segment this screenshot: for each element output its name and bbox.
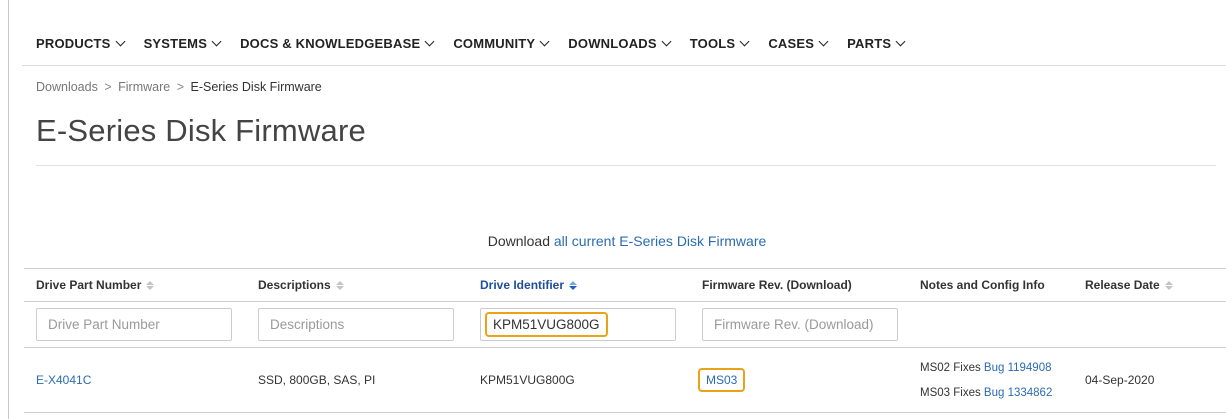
- sort-icon: [1164, 280, 1173, 290]
- column-header-release-date[interactable]: Release Date: [1075, 278, 1226, 292]
- nav-label: DOCS & KNOWLEDGEBASE: [240, 36, 421, 51]
- nav-products[interactable]: PRODUCTS: [36, 36, 126, 51]
- nav-cases[interactable]: CASES: [768, 36, 829, 51]
- descriptions-filter[interactable]: [258, 308, 454, 341]
- nav-docs-knowledgebase[interactable]: DOCS & KNOWLEDGEBASE: [240, 36, 435, 51]
- drive-part-number-filter[interactable]: [36, 308, 232, 341]
- nav-downloads[interactable]: DOWNLOADS: [568, 36, 672, 51]
- column-header-firmware-rev: Firmware Rev. (Download): [690, 278, 912, 292]
- breadcrumb-firmware[interactable]: Firmware: [118, 80, 170, 94]
- column-header-drive-identifier[interactable]: Drive Identifier: [468, 278, 690, 292]
- firmware-table: Drive Part Number Descriptions Drive Ide…: [24, 268, 1226, 413]
- chevron-down-icon: [661, 36, 672, 47]
- breadcrumb-downloads[interactable]: Downloads: [36, 80, 98, 94]
- nav-label: COMMUNITY: [453, 36, 536, 51]
- drive-identifier-filter[interactable]: KPM51VUG800G: [480, 308, 676, 341]
- cell-identifier: KPM51VUG800G: [480, 373, 575, 387]
- filter-cell: [690, 308, 912, 341]
- download-all-line: Download all current E-Series Disk Firmw…: [0, 233, 1226, 249]
- nav-label: PARTS: [847, 36, 892, 51]
- chevron-down-icon: [115, 36, 126, 47]
- chevron-down-icon: [424, 36, 435, 47]
- cell-release-date: 04-Sep-2020: [1085, 373, 1155, 387]
- sort-icon: [335, 280, 344, 290]
- nav-label: CASES: [768, 36, 815, 51]
- drive-identifier-filter-value: KPM51VUG800G: [485, 312, 608, 337]
- nav-parts[interactable]: PARTS: [847, 36, 906, 51]
- page-title: E-Series Disk Firmware: [36, 113, 366, 148]
- breadcrumb: Downloads > Firmware > E-Series Disk Fir…: [36, 80, 322, 94]
- sort-descending-icon: [569, 280, 578, 290]
- chevron-down-icon: [895, 36, 906, 47]
- nav-label: DOWNLOADS: [568, 36, 657, 51]
- sort-icon: [146, 280, 155, 290]
- firmware-download-link[interactable]: MS03: [698, 368, 746, 392]
- column-label: Drive Part Number: [36, 278, 142, 292]
- column-header-notes: Notes and Config Info: [912, 278, 1075, 292]
- column-label: Notes and Config Info: [920, 278, 1045, 292]
- left-border: [8, 0, 9, 419]
- part-number-link[interactable]: E-X4041C: [36, 373, 91, 387]
- bug-link[interactable]: Bug 1194908: [984, 362, 1052, 374]
- column-header-descriptions[interactable]: Descriptions: [246, 278, 468, 292]
- column-label: Firmware Rev. (Download): [702, 278, 852, 292]
- notes-list: MS02 Fixes Bug 1194908 MS03 Fixes Bug 13…: [920, 362, 1075, 399]
- title-divider: [36, 165, 1216, 166]
- nav-label: SYSTEMS: [143, 36, 208, 51]
- nav-label: PRODUCTS: [36, 36, 111, 51]
- breadcrumb-separator: >: [176, 80, 185, 94]
- firmware-rev-filter[interactable]: [702, 308, 898, 341]
- table-header: Drive Part Number Descriptions Drive Ide…: [24, 268, 1226, 302]
- chevron-down-icon: [739, 36, 750, 47]
- cell-firmware: MS03: [690, 368, 912, 392]
- note-item: MS02 Fixes Bug 1194908: [920, 362, 1075, 374]
- note-item: MS03 Fixes Bug 1334862: [920, 387, 1075, 399]
- nav-community[interactable]: COMMUNITY: [453, 36, 550, 51]
- column-header-drive-part-number[interactable]: Drive Part Number: [24, 278, 246, 292]
- filter-row: KPM51VUG800G: [24, 302, 1226, 348]
- chevron-down-icon: [539, 36, 550, 47]
- table-row: E-X4041C SSD, 800GB, SAS, PI KPM51VUG800…: [24, 348, 1226, 413]
- column-label: Drive Identifier: [480, 278, 565, 292]
- breadcrumb-current: E-Series Disk Firmware: [190, 80, 322, 94]
- filter-cell: [246, 308, 468, 341]
- note-prefix: MS03 Fixes: [920, 386, 981, 399]
- note-prefix: MS02 Fixes: [920, 361, 981, 374]
- chevron-down-icon: [211, 36, 222, 47]
- filter-cell: [24, 308, 246, 341]
- breadcrumb-separator: >: [104, 80, 112, 94]
- filter-cell: KPM51VUG800G: [468, 308, 690, 341]
- nav-label: TOOLS: [689, 36, 736, 51]
- download-prefix: Download: [487, 233, 550, 249]
- chevron-down-icon: [818, 36, 829, 47]
- cell-notes: MS02 Fixes Bug 1194908 MS03 Fixes Bug 13…: [912, 362, 1075, 399]
- cell-part-number: E-X4041C: [24, 373, 246, 387]
- nav-systems[interactable]: SYSTEMS: [143, 36, 222, 51]
- download-all-link[interactable]: all current E-Series Disk Firmware: [554, 233, 766, 249]
- column-label: Descriptions: [258, 278, 331, 292]
- nav-tools[interactable]: TOOLS: [689, 36, 750, 51]
- column-label: Release Date: [1085, 278, 1160, 292]
- bug-link[interactable]: Bug 1334862: [984, 387, 1052, 399]
- top-navigation: PRODUCTS SYSTEMS DOCS & KNOWLEDGEBASE CO…: [22, 36, 1226, 66]
- cell-description: SSD, 800GB, SAS, PI: [258, 373, 376, 387]
